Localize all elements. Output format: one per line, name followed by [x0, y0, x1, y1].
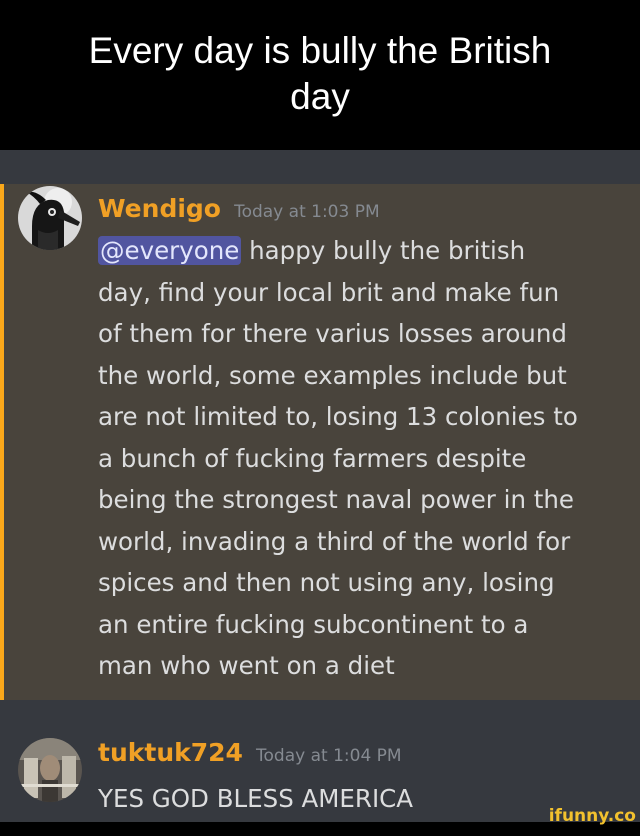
message-line: world, invading a third of the world for	[98, 526, 571, 556]
caption-text: Every day is bully the British day	[89, 28, 552, 120]
message: tuktuk724 Today at 1:04 PM YES GOD BLESS…	[0, 708, 640, 822]
timestamp: Today at 1:04 PM	[256, 746, 402, 766]
message-content: @everyone happy bully the british day, f…	[98, 230, 578, 687]
avatar[interactable]	[18, 738, 82, 802]
plague-doctor-avatar-icon	[18, 186, 82, 250]
caption-line-1: Every day is bully the British	[88, 30, 552, 71]
message-mention-highlighted: Wendigo Today at 1:03 PM @everyone happy…	[0, 184, 640, 700]
message-header: tuktuk724 Today at 1:04 PM	[98, 738, 402, 767]
message-line: man who went on a diet	[98, 651, 395, 680]
message-line: are not limited to, losing 13 colonies t…	[98, 402, 578, 431]
message-line: of them for there varius losses around	[98, 319, 567, 348]
message-line: YES GOD BLESS AMERICA	[98, 784, 414, 813]
footer-bar	[0, 822, 640, 836]
meme-caption: Every day is bully the British day	[0, 0, 640, 150]
username[interactable]: Wendigo	[98, 194, 221, 223]
message-line: being the strongest naval power in the	[98, 485, 574, 514]
caption-line-2: day	[290, 76, 350, 117]
username[interactable]: tuktuk724	[98, 738, 243, 767]
message-line-text: happy bully the british	[241, 236, 526, 265]
message-line: @everyone happy bully the british	[98, 230, 578, 272]
ifunny-watermark: ifunny.co	[548, 806, 636, 826]
message-line: day, find your local brit and make fun	[98, 277, 560, 307]
timestamp: Today at 1:03 PM	[234, 202, 380, 222]
message-line: an entire fucking subcontinent to a	[98, 609, 529, 639]
message-header: Wendigo Today at 1:03 PM	[98, 194, 380, 223]
message-line: spices and then not using any, losing	[98, 568, 555, 597]
everyone-mention[interactable]: @everyone	[98, 236, 242, 265]
user-photo-avatar-icon	[18, 738, 82, 802]
chat-window: Wendigo Today at 1:03 PM @everyone happy…	[0, 150, 640, 822]
message-line: the world, some examples include but	[98, 360, 567, 390]
message-line: a bunch of fucking farmers despite	[98, 443, 527, 473]
avatar[interactable]	[18, 186, 82, 250]
message-content: YES GOD BLESS AMERICA	[98, 778, 413, 820]
